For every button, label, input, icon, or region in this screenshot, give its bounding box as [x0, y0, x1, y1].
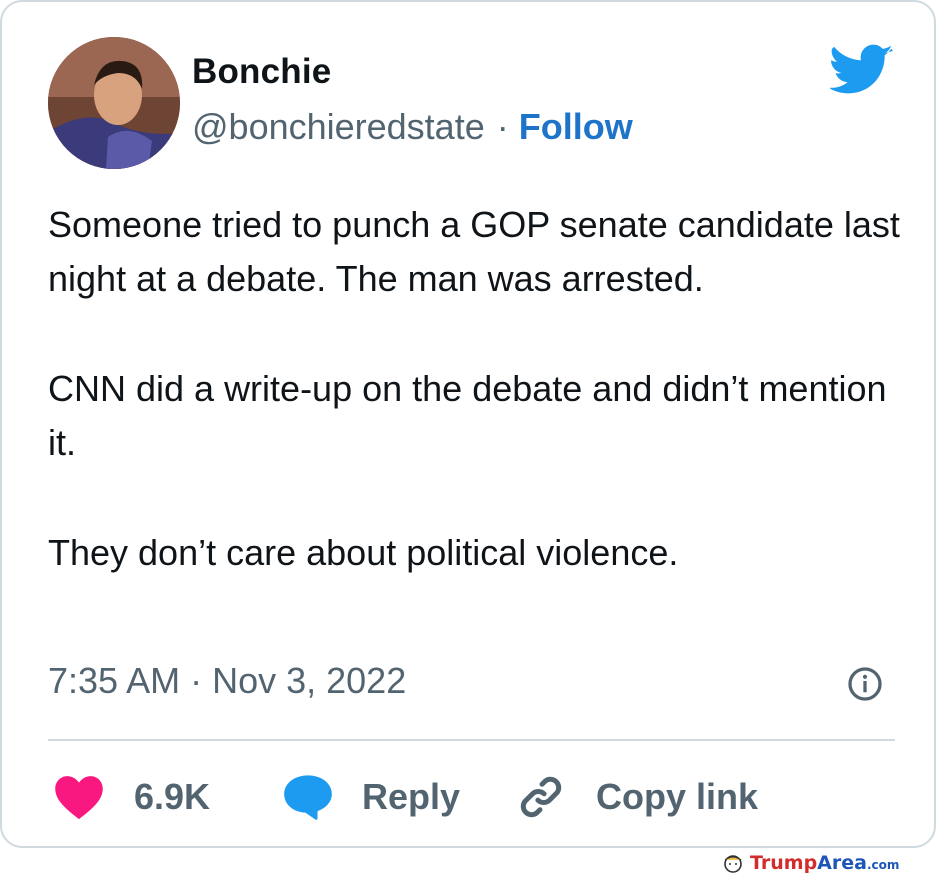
trumparea-logo-icon	[724, 855, 742, 873]
like-count: 6.9K	[134, 776, 211, 817]
heart-icon	[55, 776, 103, 820]
handle-separator: ·	[496, 106, 509, 147]
watermark-part3: .com	[866, 858, 900, 872]
avatar-image	[48, 37, 180, 169]
follow-link[interactable]: Follow	[519, 106, 633, 147]
tweet-time: 7:35 AM	[48, 660, 181, 701]
copy-link-label: Copy link	[596, 776, 759, 817]
reply-button[interactable]: Reply	[282, 768, 460, 826]
divider	[48, 739, 895, 741]
avatar[interactable]	[48, 37, 180, 169]
watermark-part1: Trump	[750, 852, 818, 874]
copy-link-button[interactable]: Copy link	[516, 768, 758, 826]
tweet-date: Nov 3, 2022	[212, 660, 407, 701]
time-separator: ·	[190, 660, 203, 701]
twitter-bird-icon[interactable]	[830, 44, 894, 98]
speech-bubble-icon	[284, 775, 332, 820]
link-icon	[520, 776, 562, 818]
tweet-paragraph: They don’t care about political violence…	[48, 532, 679, 573]
handle-row: @bonchieredstate · Follow	[192, 106, 633, 148]
timestamp[interactable]: 7:35 AM · Nov 3, 2022	[48, 660, 406, 702]
reply-label: Reply	[362, 776, 461, 817]
tweet-text: Someone tried to punch a GOP senate cand…	[48, 198, 908, 580]
tweet-paragraph: CNN did a write-up on the debate and did…	[48, 368, 887, 463]
watermark-text: TrumpArea.com	[750, 852, 899, 874]
author-name[interactable]: Bonchie	[192, 52, 331, 92]
like-button[interactable]: 6.9K	[54, 768, 210, 826]
trumparea-watermark: TrumpArea.com	[722, 852, 899, 874]
watermark-part2: Area	[817, 852, 867, 874]
author-handle[interactable]: @bonchieredstate	[192, 106, 485, 147]
tweet-paragraph: Someone tried to punch a GOP senate cand…	[48, 204, 900, 299]
tweet-card: Bonchie @bonchieredstate · Follow Someone …	[0, 0, 936, 848]
info-icon[interactable]	[847, 666, 883, 702]
